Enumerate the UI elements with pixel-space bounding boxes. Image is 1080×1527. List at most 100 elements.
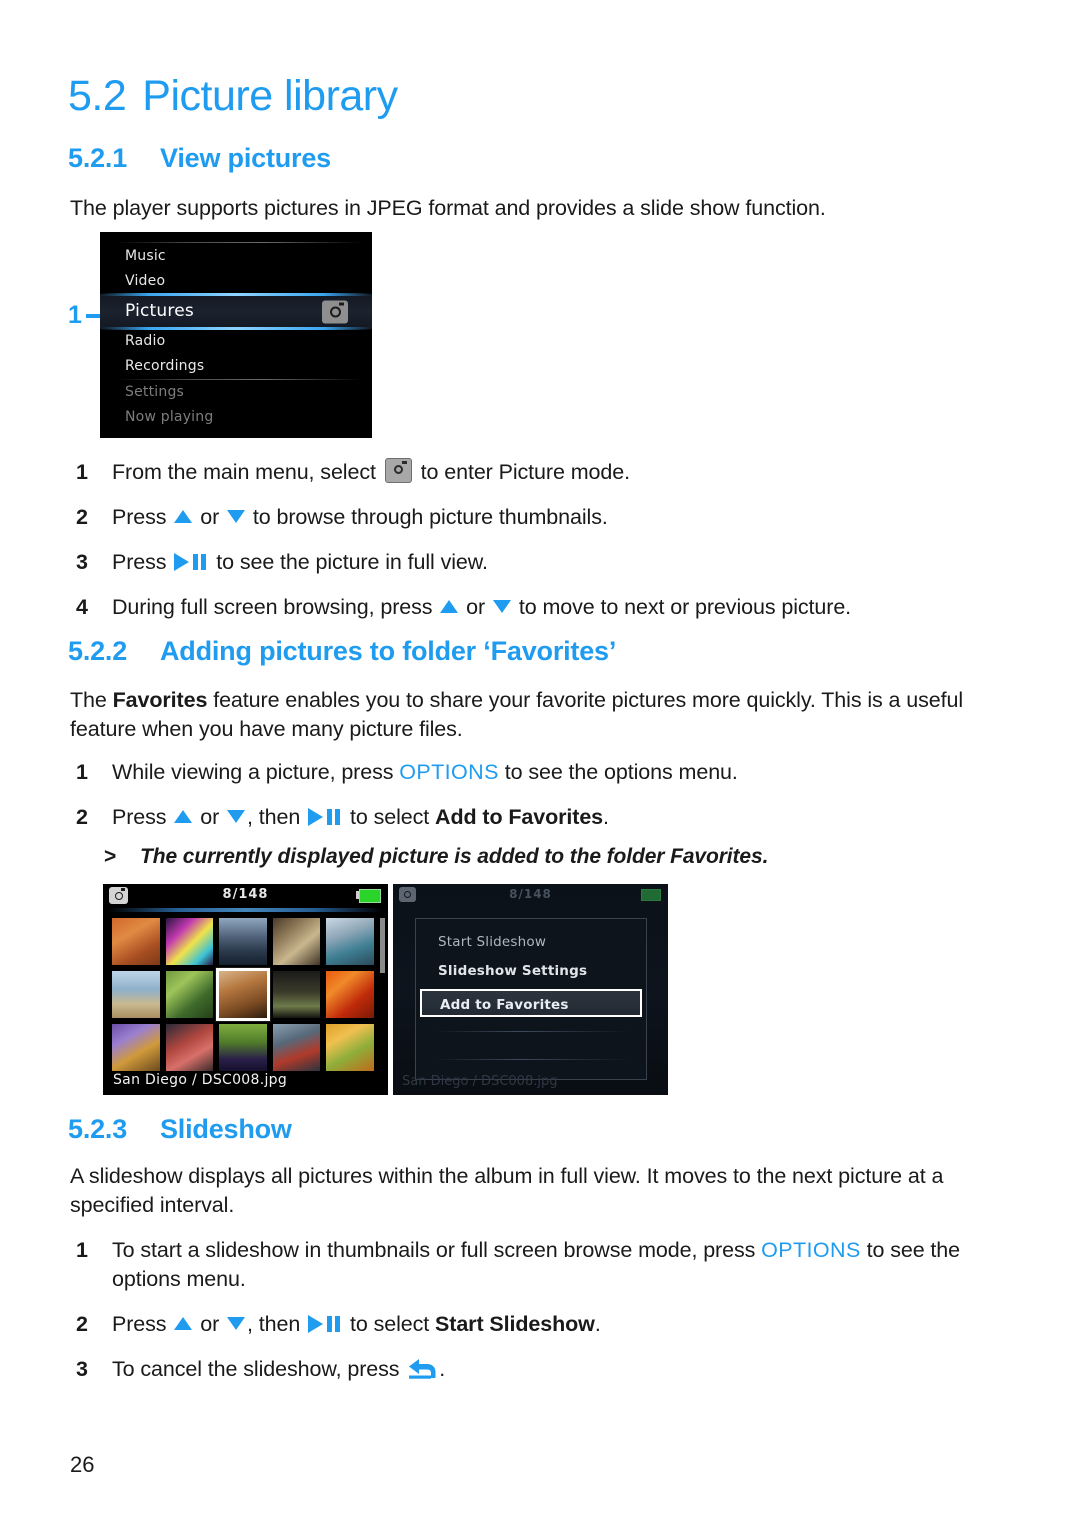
menu-item-settings[interactable]: Settings bbox=[100, 380, 372, 405]
step-text: From the main menu, select bbox=[112, 460, 382, 484]
step-emphasis: Start Slideshow bbox=[435, 1312, 595, 1336]
picture-filename: San Diego / DSC008.jpg bbox=[113, 1072, 288, 1088]
menu-item-label: Recordings bbox=[125, 358, 205, 374]
step-text: to move to next or previous picture. bbox=[512, 595, 852, 619]
thumbnail-item[interactable] bbox=[165, 1024, 214, 1071]
menu-item-video[interactable]: Video bbox=[100, 269, 372, 294]
step-text: . bbox=[594, 1312, 601, 1336]
arrow-up-icon bbox=[440, 600, 459, 613]
thumbnail-item[interactable] bbox=[272, 1024, 321, 1071]
intro-paragraph-5-2-1: The player supports pictures in JPEG for… bbox=[70, 196, 826, 220]
play-pause-icon bbox=[308, 808, 342, 826]
step-emphasis: Add to Favorites bbox=[435, 805, 604, 829]
menu-item-music[interactable]: Music bbox=[100, 244, 372, 269]
step-text: To start a slideshow in thumbnails or fu… bbox=[112, 1238, 762, 1262]
options-panel: Start Slideshow Slideshow Settings Add t… bbox=[415, 918, 647, 1080]
screen-status-bar: 8/148 bbox=[103, 884, 388, 908]
step-marker: 1 bbox=[76, 460, 88, 484]
thumbnail-item[interactable] bbox=[272, 971, 321, 1018]
step-text: to see the picture in full view. bbox=[210, 550, 488, 574]
scrollbar[interactable] bbox=[380, 918, 385, 973]
thumbnail-item[interactable] bbox=[272, 918, 321, 965]
device-screen-options-menu: 8/148 Start Slideshow Slideshow Settings… bbox=[393, 884, 668, 1095]
thumbnail-grid bbox=[112, 918, 374, 1071]
camera-icon bbox=[322, 300, 348, 323]
step-text: , then bbox=[247, 1312, 307, 1336]
arrow-up-icon bbox=[174, 510, 193, 523]
steps-list-5-2-2: 1 While viewing a picture, press OPTIONS… bbox=[70, 758, 1010, 848]
options-keyword: OPTIONS bbox=[761, 1238, 861, 1262]
thumbnail-item-selected[interactable] bbox=[216, 968, 270, 1021]
arrow-down-icon bbox=[227, 510, 246, 523]
heading-5-2-3: 5.2.3 Slideshow bbox=[68, 1114, 292, 1145]
thumbnail-item[interactable] bbox=[165, 971, 214, 1018]
step-item: 1 From the main menu, select to enter Pi… bbox=[70, 458, 1010, 487]
thumbnail-item[interactable] bbox=[219, 1024, 267, 1071]
screen-status-bar-dimmed: 8/148 bbox=[393, 884, 668, 906]
step-text: During full screen browsing, press bbox=[112, 595, 439, 619]
menu-item-label: Settings bbox=[125, 384, 185, 400]
option-slideshow-settings[interactable]: Slideshow Settings bbox=[416, 957, 646, 986]
arrow-up-icon bbox=[174, 810, 193, 823]
step-marker: 2 bbox=[76, 805, 88, 829]
note-line: > The currently displayed picture is add… bbox=[70, 845, 768, 869]
callout-number: 1 bbox=[68, 301, 82, 329]
thumbnail-item[interactable] bbox=[326, 918, 374, 965]
menu-item-label: Radio bbox=[125, 333, 166, 349]
step-text: to enter Picture mode. bbox=[414, 460, 630, 484]
step-item: 2 Press or , then to select Start Slides… bbox=[70, 1310, 1010, 1339]
option-add-to-favorites[interactable]: Add to Favorites bbox=[420, 989, 642, 1017]
option-label: Add to Favorites bbox=[440, 997, 569, 1013]
options-keyword: OPTIONS bbox=[399, 760, 499, 784]
step-text: . bbox=[439, 1357, 446, 1381]
menu-item-recordings[interactable]: Recordings bbox=[100, 354, 372, 379]
step-item: 4 During full screen browsing, press or … bbox=[70, 593, 1010, 622]
paragraph-text: The bbox=[70, 688, 113, 712]
step-marker: 2 bbox=[76, 1312, 88, 1336]
thumbnail-item[interactable] bbox=[326, 971, 374, 1018]
step-text: Press bbox=[112, 1312, 173, 1336]
step-item: 3 Press to see the picture in full view. bbox=[70, 548, 1010, 577]
menu-item-now-playing[interactable]: Now playing bbox=[100, 405, 372, 430]
step-text: While viewing a picture, press bbox=[112, 760, 400, 784]
picture-filename-dimmed: San Diego / DSC008.jpg bbox=[402, 1074, 558, 1089]
paragraph-emphasis: Favorites bbox=[112, 688, 208, 712]
intro-paragraph-5-2-3: A slideshow displays all pictures within… bbox=[70, 1164, 944, 1217]
step-item: 1 To start a slideshow in thumbnails or … bbox=[70, 1236, 1010, 1294]
arrow-down-icon bbox=[227, 810, 246, 823]
option-start-slideshow[interactable]: Start Slideshow bbox=[416, 928, 646, 957]
step-marker: 2 bbox=[76, 505, 88, 529]
page-number: 26 bbox=[70, 1452, 95, 1477]
picture-counter: 8/148 bbox=[222, 887, 269, 902]
status-bar-glow bbox=[109, 908, 382, 912]
menu-item-pictures[interactable]: Pictures bbox=[100, 293, 372, 330]
note-marker: > bbox=[104, 845, 117, 868]
step-marker: 4 bbox=[76, 595, 88, 619]
step-text: or bbox=[194, 1312, 226, 1336]
step-text: or bbox=[460, 595, 491, 619]
step-item: 2 Press or , then to select Add to Favor… bbox=[70, 803, 1010, 832]
camera-icon bbox=[384, 458, 412, 483]
heading-5-2-1: 5.2.1 View pictures bbox=[68, 143, 331, 174]
thumbnail-item[interactable] bbox=[326, 1024, 374, 1071]
heading-5-2-2: 5.2.2 Adding pictures to folder ‘Favorite… bbox=[68, 636, 616, 667]
thumbnail-item[interactable] bbox=[165, 918, 214, 965]
step-item: 2 Press or to browse through picture thu… bbox=[70, 503, 1010, 532]
heading-number: 5.2.3 bbox=[68, 1114, 128, 1144]
step-text: to select bbox=[344, 1312, 436, 1336]
menu-item-radio[interactable]: Radio bbox=[100, 329, 372, 354]
note-text: The currently displayed picture is added… bbox=[140, 845, 769, 868]
thumbnail-item[interactable] bbox=[112, 971, 160, 1018]
thumbnail-item[interactable] bbox=[112, 1024, 160, 1071]
step-text: or bbox=[194, 505, 226, 529]
thumbnail-item[interactable] bbox=[219, 918, 267, 965]
steps-list-5-2-3: 1 To start a slideshow in thumbnails or … bbox=[70, 1236, 1010, 1400]
step-text: Press bbox=[112, 550, 173, 574]
arrow-down-icon bbox=[492, 600, 511, 613]
heading-number: 5.2.1 bbox=[68, 143, 128, 173]
menu-item-label: Pictures bbox=[125, 301, 194, 321]
thumbnail-item[interactable] bbox=[112, 918, 160, 965]
step-text: , then bbox=[247, 805, 307, 829]
battery-icon bbox=[641, 889, 661, 901]
menu-item-label: Music bbox=[125, 248, 166, 264]
